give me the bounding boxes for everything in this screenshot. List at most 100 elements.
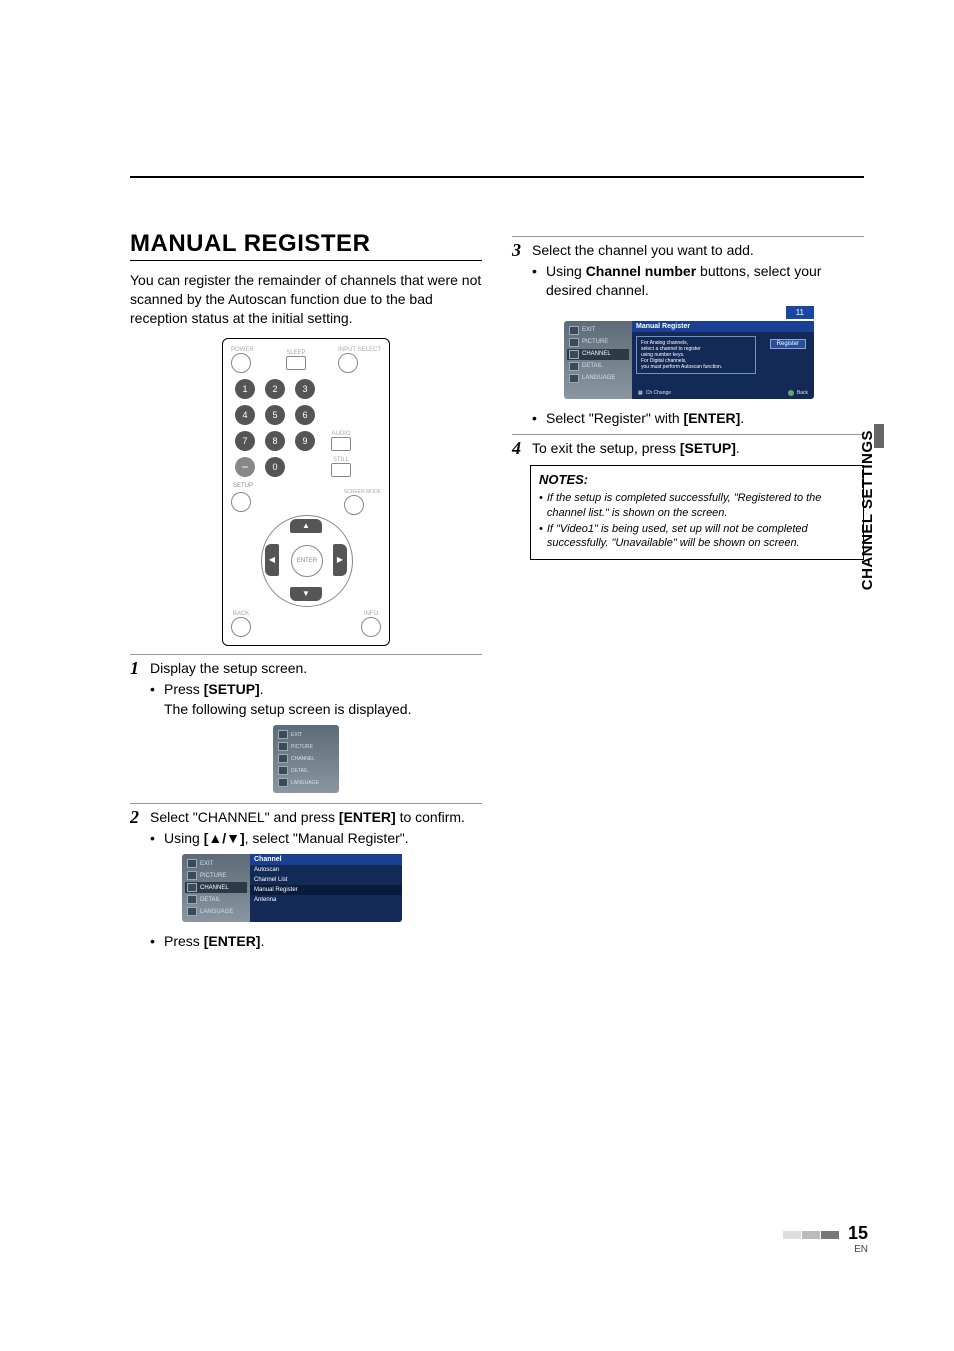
osd-container: 11 EXIT PICTURE CHANNEL DETAIL LANGUAGE … (564, 306, 814, 399)
osd-tab-label: DETAIL (582, 363, 603, 369)
step-number-1: 1 (130, 659, 144, 678)
osd-tab-picture: PICTURE (567, 337, 629, 348)
still-button-icon (331, 463, 351, 477)
submenu-item-manual-register: Manual Register (250, 885, 402, 895)
remote-num-7: 7 (235, 431, 255, 451)
info-label: INFO (361, 611, 381, 617)
step-1-sub: • Press [SETUP]. (150, 680, 482, 699)
note-bullet-icon: • (539, 522, 543, 551)
step-4-text: To exit the setup, press [SETUP]. (532, 439, 740, 458)
mini-menu-illustration: EXIT PICTURE CHANNEL DETAIL LANGUAGE (273, 725, 339, 793)
osd-tab-channel: CHANNEL (567, 349, 629, 360)
manual-page: MANUAL REGISTER You can register the rem… (0, 0, 954, 1351)
step-3: 3 Select the channel you want to add. (512, 236, 864, 260)
step-3b: • Select "Register" with [ENTER]. (532, 409, 864, 428)
tab-icon (569, 350, 579, 359)
bullet-icon: • (150, 932, 158, 951)
bullet-icon: • (150, 829, 158, 848)
tab-icon (569, 338, 579, 347)
mini-tab-channel: CHANNEL (276, 753, 336, 764)
osd-footer-change: ▦ Ch Change (638, 390, 671, 396)
osd-header: Manual Register (632, 321, 814, 332)
power-label: POWER (231, 347, 254, 353)
remote-num-2: 2 (265, 379, 285, 399)
back-label: BACK (231, 611, 251, 617)
step-number-2: 2 (130, 808, 144, 827)
step-2-text: Select "CHANNEL" and press [ENTER] to co… (150, 808, 465, 827)
osd-footer-change-label: Ch Change (646, 390, 671, 396)
tab-icon (187, 883, 197, 892)
note-2-text: If "Video1" is being used, set up will n… (547, 522, 855, 551)
channel-number-label: Channel number (586, 263, 696, 279)
mini-tab-detail: DETAIL (276, 765, 336, 776)
submenu-item-channel-list: Channel List (250, 875, 402, 885)
remote-illustration-wrap: POWER SLEEP INPUT SELECT 1 (130, 338, 482, 646)
osd-channel-number-row: 11 (564, 306, 814, 319)
osd-footer-back: Back (788, 390, 808, 396)
still-label: STILL (331, 457, 351, 463)
sleep-label: SLEEP (286, 350, 306, 356)
step3b-pre: Select "Register" with (546, 410, 684, 426)
step-1-line2: The following setup screen is displayed. (164, 700, 482, 719)
step2-pre: Select "CHANNEL" and press (150, 809, 339, 825)
tab-icon (569, 374, 579, 383)
notes-box: NOTES: • If the setup is completed succe… (530, 465, 864, 559)
osd-tab-label: LANGUAGE (582, 375, 615, 381)
arrow-up-icon: ▲ (290, 519, 322, 533)
step-number-4: 4 (512, 439, 526, 458)
step-3-sub: • Using Channel number buttons, select y… (532, 262, 864, 300)
input-button-icon (338, 353, 358, 373)
mini-tab-label: LANGUAGE (291, 780, 319, 786)
remote-dash: − (235, 457, 255, 477)
back-button-icon (231, 617, 251, 637)
tab-icon (278, 778, 288, 787)
bullet-icon: • (532, 409, 540, 428)
step-2-sub-text: Using [▲/▼], select "Manual Register". (164, 829, 409, 848)
arrow-keys-label: [▲/▼] (204, 830, 245, 846)
step-1-sub-text: Press [SETUP]. (164, 680, 264, 699)
tab-icon (278, 742, 288, 751)
remote-control-illustration: POWER SLEEP INPUT SELECT 1 (222, 338, 390, 646)
step-2-end: • Press [ENTER]. (150, 932, 482, 951)
info-button-icon (361, 617, 381, 637)
osd-tab-label: CHANNEL (582, 351, 611, 357)
remote-nav-pad: ▲ ▼ ◀ ▶ ENTER (261, 515, 351, 605)
two-column-layout: MANUAL REGISTER You can register the rem… (130, 230, 864, 953)
mini-tab-label: PICTURE (291, 744, 313, 750)
step-1-text: Display the setup screen. (150, 659, 307, 678)
note-2: • If "Video1" is being used, set up will… (539, 522, 855, 551)
step-2: 2 Select "CHANNEL" and press [ENTER] to … (130, 803, 482, 827)
setup-button-icon (231, 492, 251, 512)
note-bullet-icon: • (539, 491, 543, 520)
audio-label: AUDIO (331, 431, 351, 437)
step2-post: to confirm. (396, 809, 465, 825)
bullet-icon: • (150, 680, 158, 699)
page-number-block: 15 EN (783, 1223, 868, 1255)
enter-key-label: [ENTER] (684, 410, 741, 426)
remote-num-6: 6 (295, 405, 315, 425)
step4-post: . (736, 440, 740, 456)
tab-icon (187, 907, 197, 916)
osd-tab-exit: EXIT (567, 325, 629, 336)
title-underline (130, 260, 482, 261)
step-2-sub: • Using [▲/▼], select "Manual Register". (150, 829, 482, 848)
intro-paragraph: You can register the remainder of channe… (130, 271, 482, 328)
osd-right-panel: Manual Register Register For Analog chan… (632, 321, 814, 399)
osd-tab-language: LANGUAGE (567, 373, 629, 384)
audio-button-icon (331, 437, 351, 451)
mini-tab-label: EXIT (291, 732, 302, 738)
mini-menu-wrap: EXIT PICTURE CHANNEL DETAIL LANGUAGE (130, 725, 482, 793)
top-divider (130, 176, 864, 178)
step-4: 4 To exit the setup, press [SETUP]. (512, 434, 864, 458)
tab-icon (278, 766, 288, 775)
manual-register-osd-illustration: EXIT PICTURE CHANNEL DETAIL LANGUAGE Man… (564, 321, 814, 399)
sub-tab-channel: CHANNEL (185, 882, 247, 893)
step2-sub-post: , select "Manual Register". (245, 830, 409, 846)
step-number-3: 3 (512, 241, 526, 260)
notes-title: NOTES: (539, 472, 855, 489)
remote-num-8: 8 (265, 431, 285, 451)
setup-key-label: [SETUP] (680, 440, 736, 456)
setup-key-label: [SETUP] (204, 681, 260, 697)
sub-tab-picture: PICTURE (185, 870, 247, 881)
sub-tab-detail: DETAIL (185, 894, 247, 905)
